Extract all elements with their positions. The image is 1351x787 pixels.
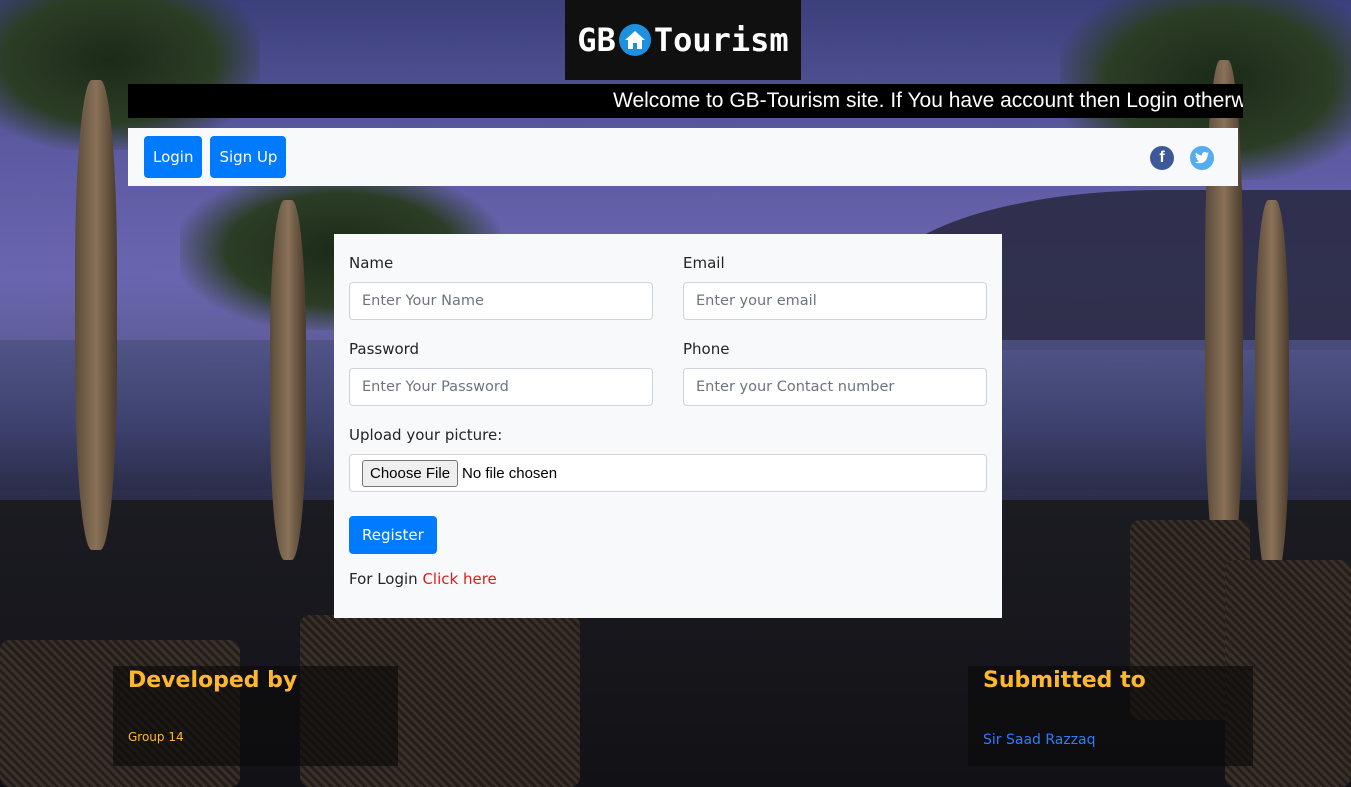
- submitted-to-panel: Submitted to Sir Saad Razzaq: [968, 666, 1253, 766]
- choose-file-button[interactable]: Choose File: [362, 459, 459, 487]
- picture-label: Upload your picture:: [349, 426, 503, 444]
- password-input[interactable]: [349, 368, 653, 406]
- developed-by-panel: Developed by Group 14: [113, 666, 398, 766]
- palm-trunk: [270, 200, 306, 560]
- login-link[interactable]: Click here: [422, 570, 496, 588]
- submitted-to-heading: Submitted to: [983, 668, 1146, 693]
- file-upload-field[interactable]: Choose File No file chosen: [349, 454, 987, 492]
- name-label: Name: [349, 254, 394, 272]
- login-button[interactable]: Login: [144, 136, 203, 178]
- developed-by-heading: Developed by: [128, 668, 298, 693]
- developed-by-value: Group 14: [128, 730, 184, 744]
- welcome-marquee: Welcome to GB-Tourism site. If You have …: [128, 84, 1243, 118]
- login-prompt: For Login Click here: [349, 570, 497, 588]
- email-input[interactable]: [683, 282, 987, 320]
- navbar: Login Sign Up f: [128, 128, 1238, 186]
- marquee-text: Welcome to GB-Tourism site. If You have …: [613, 89, 1243, 112]
- palm-trunk: [75, 80, 117, 550]
- email-label: Email: [683, 254, 725, 272]
- phone-label: Phone: [683, 340, 730, 358]
- house-icon: [618, 24, 651, 56]
- site-logo[interactable]: GB Tourism: [565, 0, 801, 80]
- submitted-to-link[interactable]: Sir Saad Razzaq: [983, 732, 1096, 748]
- name-input[interactable]: [349, 282, 653, 320]
- file-status: No file chosen: [462, 464, 558, 482]
- phone-input[interactable]: [683, 368, 987, 406]
- login-prompt-text: For Login: [349, 570, 418, 588]
- facebook-icon[interactable]: f: [1150, 146, 1174, 170]
- logo-text-left: GB: [577, 21, 616, 59]
- twitter-icon[interactable]: [1190, 146, 1214, 170]
- registration-form: Name Email Password Phone Upload your pi…: [334, 234, 1002, 618]
- social-links: f: [1150, 146, 1214, 170]
- register-button[interactable]: Register: [349, 516, 437, 554]
- signup-button[interactable]: Sign Up: [210, 136, 287, 178]
- palm-trunk: [1255, 200, 1289, 580]
- logo-text-right: Tourism: [653, 21, 789, 59]
- password-label: Password: [349, 340, 420, 358]
